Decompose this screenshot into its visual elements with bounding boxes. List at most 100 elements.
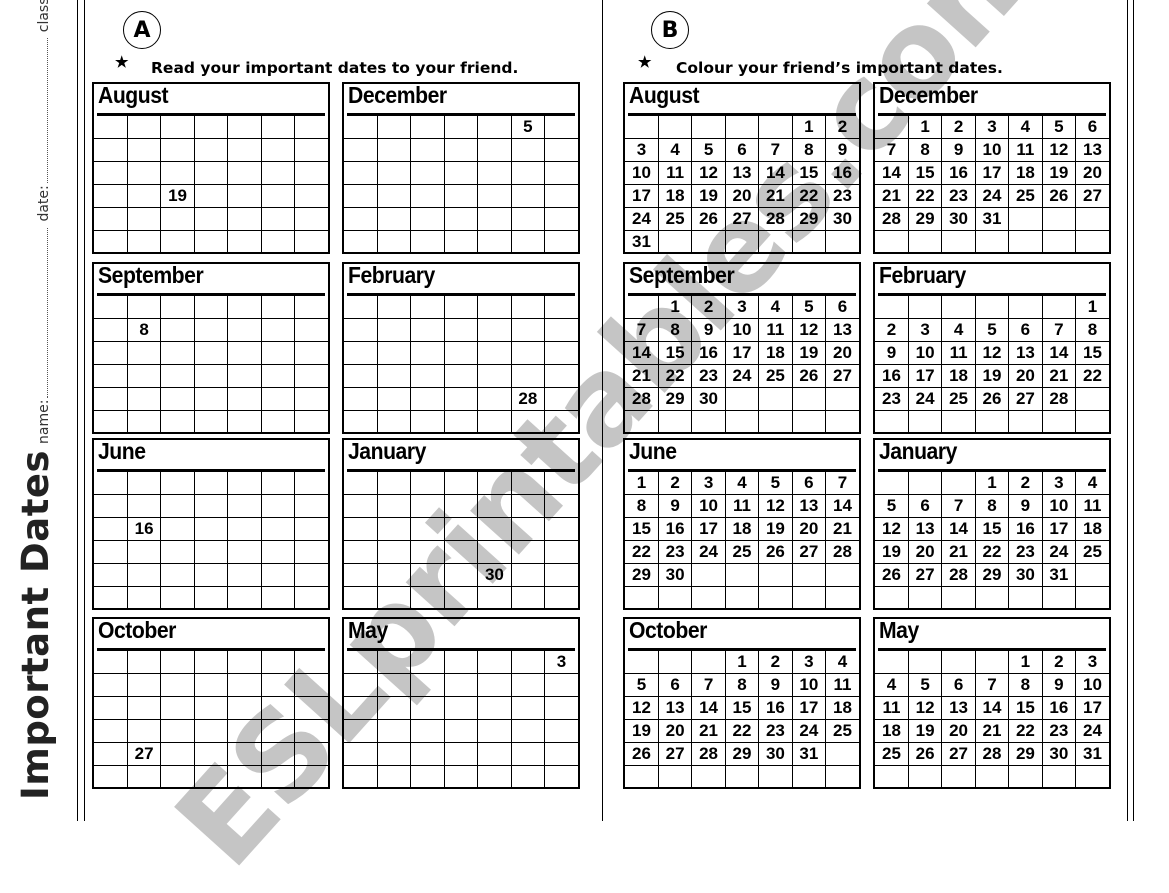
- day-cell[interactable]: 26: [875, 563, 909, 587]
- day-cell[interactable]: 14: [941, 517, 976, 541]
- day-cell[interactable]: 20: [907, 540, 943, 564]
- day-cell[interactable]: 30: [758, 742, 793, 766]
- day-cell[interactable]: 3: [625, 138, 659, 162]
- day-cell[interactable]: 13: [1075, 138, 1109, 162]
- day-cell[interactable]: 2: [875, 318, 909, 342]
- day-cell[interactable]: 23: [1041, 719, 1077, 743]
- day-cell[interactable]: 4: [758, 296, 793, 319]
- day-cell[interactable]: 11: [1075, 494, 1109, 518]
- day-cell[interactable]: 29: [625, 563, 659, 587]
- day-cell[interactable]: 29: [791, 207, 827, 231]
- day-cell[interactable]: 15: [1008, 696, 1043, 720]
- day-cell[interactable]: 10: [974, 138, 1010, 162]
- day-cell[interactable]: 17: [974, 161, 1010, 185]
- day-cell[interactable]: 31: [974, 207, 1010, 231]
- day-cell[interactable]: 14: [625, 341, 659, 365]
- day-cell[interactable]: 11: [724, 494, 760, 518]
- day-cell[interactable]: 20: [1008, 364, 1043, 388]
- name-field[interactable]: [46, 227, 48, 398]
- day-cell[interactable]: 2: [825, 116, 859, 139]
- day-cell[interactable]: 25: [1008, 184, 1043, 208]
- day-cell[interactable]: 26: [1041, 184, 1077, 208]
- day-cell[interactable]: 27: [825, 364, 859, 388]
- day-cell[interactable]: 22: [907, 184, 943, 208]
- day-cell[interactable]: 13: [791, 494, 827, 518]
- day-cell[interactable]: 27: [791, 540, 827, 564]
- day-cell[interactable]: 9: [875, 341, 909, 365]
- day-cell[interactable]: 15: [724, 696, 760, 720]
- day-cell[interactable]: 20: [1075, 161, 1109, 185]
- day-cell[interactable]: 14: [875, 161, 909, 185]
- day-cell[interactable]: 17: [1041, 517, 1077, 541]
- day-cell[interactable]: 24: [625, 207, 659, 231]
- day-cell[interactable]: 6: [791, 472, 827, 495]
- day-cell[interactable]: 24: [1075, 719, 1109, 743]
- day-cell[interactable]: 12: [625, 696, 659, 720]
- day-cell[interactable]: 3: [691, 472, 726, 495]
- day-cell[interactable]: 5: [875, 494, 909, 518]
- day-cell[interactable]: 28: [941, 563, 976, 587]
- day-cell[interactable]: 18: [657, 184, 693, 208]
- day-cell[interactable]: 6: [941, 673, 976, 697]
- day-cell[interactable]: 15: [791, 161, 827, 185]
- day-cell[interactable]: 19: [875, 540, 909, 564]
- day-cell[interactable]: 6: [657, 673, 693, 697]
- day-cell[interactable]: 16: [1008, 517, 1043, 541]
- day-cell[interactable]: 12: [1041, 138, 1077, 162]
- day-cell[interactable]: 10: [724, 318, 760, 342]
- day-cell[interactable]: 14: [1041, 341, 1077, 365]
- day-cell[interactable]: 8: [1075, 318, 1109, 342]
- day-cell[interactable]: 14: [825, 494, 859, 518]
- day-cell[interactable]: 6: [724, 138, 760, 162]
- day-cell[interactable]: 13: [724, 161, 760, 185]
- day-cell[interactable]: 11: [941, 341, 976, 365]
- day-cell[interactable]: 19: [691, 184, 726, 208]
- day-cell[interactable]: 23: [941, 184, 976, 208]
- day-cell[interactable]: 22: [1008, 719, 1043, 743]
- day-cell[interactable]: 29: [657, 387, 693, 411]
- day-cell[interactable]: 1: [724, 651, 760, 674]
- day-cell[interactable]: 26: [791, 364, 827, 388]
- day-cell[interactable]: 3: [907, 318, 943, 342]
- day-cell[interactable]: 18: [1075, 517, 1109, 541]
- day-cell[interactable]: 7: [941, 494, 976, 518]
- day-cell[interactable]: 9: [657, 494, 693, 518]
- day-cell[interactable]: 25: [875, 742, 909, 766]
- day-cell[interactable]: 26: [907, 742, 943, 766]
- day-cell[interactable]: 30: [691, 387, 726, 411]
- day-cell[interactable]: 2: [691, 296, 726, 319]
- day-cell[interactable]: 18: [758, 341, 793, 365]
- day-cell[interactable]: 4: [875, 673, 909, 697]
- day-cell[interactable]: 1: [657, 296, 693, 319]
- day-cell[interactable]: 12: [907, 696, 943, 720]
- day-cell[interactable]: 29: [1008, 742, 1043, 766]
- day-cell[interactable]: 4: [1008, 116, 1043, 139]
- day-cell[interactable]: 2: [1041, 651, 1077, 674]
- day-cell[interactable]: 21: [875, 184, 909, 208]
- day-cell[interactable]: 26: [974, 387, 1010, 411]
- day-cell[interactable]: 27: [941, 742, 976, 766]
- day-cell[interactable]: 11: [758, 318, 793, 342]
- day-cell[interactable]: 25: [825, 719, 859, 743]
- day-cell[interactable]: 16: [825, 161, 859, 185]
- day-cell[interactable]: 5: [907, 673, 943, 697]
- day-cell[interactable]: 4: [657, 138, 693, 162]
- day-cell[interactable]: 19: [907, 719, 943, 743]
- day-cell[interactable]: 11: [875, 696, 909, 720]
- day-cell[interactable]: 28: [1041, 387, 1077, 411]
- day-cell[interactable]: 30: [1008, 563, 1043, 587]
- day-cell[interactable]: 29: [907, 207, 943, 231]
- day-cell[interactable]: 25: [758, 364, 793, 388]
- day-cell[interactable]: 17: [791, 696, 827, 720]
- day-cell[interactable]: 31: [1075, 742, 1109, 766]
- day-cell[interactable]: 20: [657, 719, 693, 743]
- day-cell[interactable]: 19: [758, 517, 793, 541]
- day-cell[interactable]: 15: [974, 517, 1010, 541]
- day-cell[interactable]: 5: [758, 472, 793, 495]
- day-cell[interactable]: 8: [657, 318, 693, 342]
- day-cell[interactable]: 21: [758, 184, 793, 208]
- day-cell[interactable]: 24: [791, 719, 827, 743]
- day-cell[interactable]: 15: [1075, 341, 1109, 365]
- day-cell[interactable]: 15: [657, 341, 693, 365]
- day-cell[interactable]: 22: [625, 540, 659, 564]
